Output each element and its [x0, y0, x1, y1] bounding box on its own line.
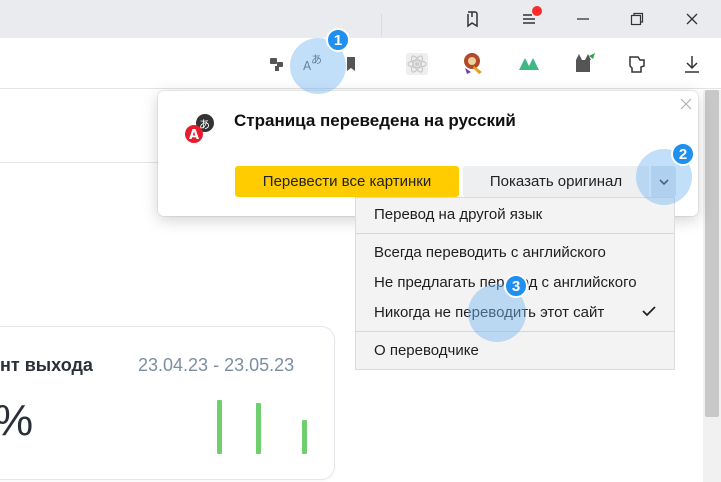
title-bar	[0, 0, 721, 38]
menu-item-always-translate[interactable]: Всегда переводить с английского	[374, 244, 606, 261]
card-title: нт выхода	[0, 355, 93, 375]
translate-images-button[interactable]: Перевести все картинки	[235, 166, 459, 197]
react-devtools-icon[interactable]	[404, 51, 430, 77]
close-icon[interactable]	[677, 4, 707, 34]
close-icon[interactable]	[678, 96, 694, 112]
restore-icon[interactable]	[622, 4, 652, 34]
hint-badge: 3	[504, 274, 528, 298]
menu-item-other-language[interactable]: Перевод на другой язык	[374, 206, 542, 223]
checkmark-icon	[641, 303, 657, 319]
chart-bar	[302, 420, 307, 454]
scrollbar-thumb[interactable]	[705, 90, 719, 417]
bookmarks-collections-icon[interactable]	[458, 4, 488, 34]
vue-devtools-icon[interactable]	[516, 51, 542, 77]
extensions-icon[interactable]	[264, 51, 290, 77]
page-divider	[0, 162, 160, 163]
download-icon[interactable]	[679, 51, 705, 77]
show-original-button[interactable]: Показать оригинал	[463, 166, 649, 197]
svg-text:A: A	[189, 128, 199, 143]
notification-dot	[532, 6, 542, 16]
hint-badge: 1	[326, 28, 350, 52]
chart-bar	[256, 403, 261, 454]
stats-card	[0, 326, 335, 480]
toolbar-separator	[381, 14, 382, 36]
card-date-range: 23.04.23 - 23.05.23	[138, 355, 295, 375]
translator-logo-icon: あ A	[184, 113, 216, 145]
popup-title: Страница переведена на русский	[234, 111, 516, 130]
card-value: %	[0, 396, 33, 446]
menu-divider	[356, 233, 674, 234]
extension-puzzle-icon[interactable]	[624, 51, 650, 77]
hint-badge: 2	[671, 142, 695, 166]
extension-cat-icon[interactable]	[571, 50, 597, 76]
chart-bar	[217, 400, 222, 454]
menu-item-about-translator[interactable]: О переводчике	[374, 342, 479, 359]
extension-colorful-icon[interactable]	[460, 50, 486, 76]
minimize-icon[interactable]	[568, 4, 598, 34]
